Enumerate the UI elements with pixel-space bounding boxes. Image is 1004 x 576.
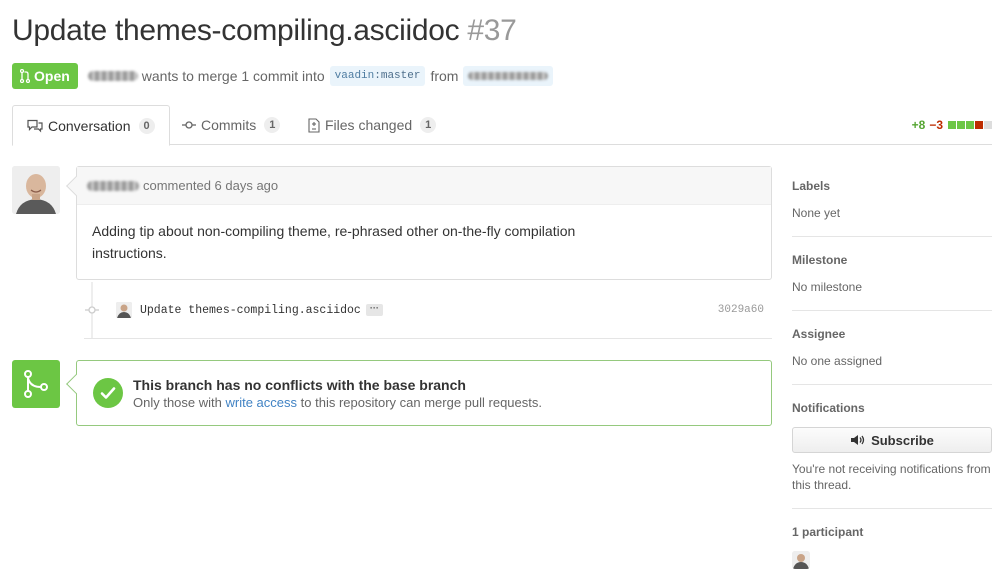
sidebar-assignee: Assignee No one assigned: [792, 311, 992, 385]
diff-additions: +8: [911, 118, 926, 132]
participant-avatar[interactable]: [792, 551, 810, 569]
tab-files-count: 1: [420, 117, 437, 133]
notifications-text: You're not receiving notifications from …: [792, 462, 991, 492]
tab-commits-count: 1: [264, 117, 281, 133]
discussion-sidebar: Labels None yet Milestone No milestone A…: [792, 164, 992, 576]
author-name-redacted[interactable]: [87, 71, 138, 81]
from-text: from: [430, 68, 459, 84]
comment-action: commented 6 days ago: [143, 178, 279, 193]
diff-deletions: −3: [929, 118, 943, 132]
commit-sha[interactable]: 3029a60: [718, 304, 764, 316]
base-branch-name: master: [380, 70, 421, 82]
commit-message[interactable]: Update themes-compiling.asciidoc: [140, 304, 361, 317]
merge-status-icon: [12, 360, 60, 408]
avatar[interactable]: [12, 166, 60, 214]
milestone-value: No milestone: [792, 280, 863, 294]
diff-block-del: [975, 121, 983, 129]
merge-text: wants to merge 1 commit into: [141, 68, 325, 84]
tab-conversation-label: Conversation: [48, 117, 131, 134]
timeline-divider: [84, 338, 772, 339]
milestone-heading[interactable]: Milestone: [792, 253, 992, 267]
commit-row: Update themes-compiling.asciidoc ··· 302…: [84, 300, 772, 320]
tab-files-changed[interactable]: Files changed 1: [294, 105, 450, 145]
participants-heading: 1 participant: [792, 525, 864, 539]
sidebar-notifications: Notifications Subscribe You're not recei…: [792, 385, 992, 509]
pr-meta: Open wants to merge 1 commit into vaadin…: [12, 63, 558, 89]
head-branch-blur: [468, 72, 549, 80]
merge-sub-suffix: to this repository can merge pull reques…: [300, 394, 542, 410]
merge-arrow: [66, 374, 86, 394]
state-badge: Open: [12, 63, 78, 89]
diff-block-add: [966, 121, 974, 129]
comment-discussion-icon: [27, 119, 43, 133]
commit-ellipsis-button[interactable]: ···: [365, 304, 383, 316]
subscribe-label: Subscribe: [871, 432, 934, 448]
tab-commits-label: Commits: [201, 117, 257, 133]
avatar-image: [12, 166, 60, 214]
git-pull-request-icon: [20, 69, 30, 83]
assignee-heading[interactable]: Assignee: [792, 327, 992, 341]
git-merge-icon: [24, 370, 48, 398]
sidebar-participants: 1 participant: [792, 509, 992, 576]
megaphone-icon: [851, 435, 865, 445]
pr-tabs: Conversation 0 Commits 1 Files changed 1: [12, 105, 992, 146]
tab-files-label: Files changed: [325, 117, 413, 133]
notifications-heading: Notifications: [792, 401, 865, 415]
merge-status-box: This branch has no conflicts with the ba…: [66, 360, 772, 426]
pr-title-text: Update themes-compiling.asciidoc: [12, 14, 460, 47]
subscribe-button[interactable]: Subscribe: [792, 427, 992, 453]
git-commit-icon: [84, 305, 100, 315]
diff-block-neutral: [984, 121, 992, 129]
merge-subtitle: Only those with write access to this rep…: [133, 395, 542, 410]
tab-conversation-count: 0: [138, 117, 155, 134]
merge-title: This branch has no conflicts with the ba…: [133, 376, 466, 393]
git-commit-icon: [182, 120, 196, 130]
pr-title: Update themes-compiling.asciidoc #37: [12, 14, 517, 48]
base-branch[interactable]: vaadin: master: [329, 66, 426, 86]
assignee-value: No one assigned: [792, 354, 883, 368]
diff-block-add: [948, 121, 956, 129]
head-branch-redacted[interactable]: [463, 66, 554, 86]
comment-header: commented 6 days ago: [77, 167, 771, 205]
diff-block-add: [957, 121, 965, 129]
pr-number: #37: [467, 14, 517, 47]
state-label: Open: [34, 68, 70, 84]
sidebar-milestone: Milestone No milestone: [792, 237, 992, 311]
merge-text-block: This branch has no conflicts with the ba…: [133, 377, 542, 410]
sidebar-labels: Labels None yet: [792, 164, 992, 237]
tab-conversation[interactable]: Conversation 0: [12, 105, 170, 146]
labels-value: None yet: [792, 206, 841, 220]
check-icon: [93, 378, 123, 408]
diff-file-icon: [308, 117, 320, 133]
labels-heading[interactable]: Labels: [792, 179, 992, 193]
comment-author-redacted[interactable]: [87, 180, 139, 191]
comment-body: Adding tip about non-compiling theme, re…: [92, 223, 576, 261]
merge-sub-prefix: Only those with: [133, 394, 222, 410]
tab-commits[interactable]: Commits 1: [168, 105, 294, 145]
comment: commented 6 days ago Adding tip about no…: [66, 166, 772, 280]
diffstat: +8 −3: [912, 118, 992, 132]
write-access-link[interactable]: write access: [226, 395, 298, 410]
commit-avatar[interactable]: [116, 302, 132, 318]
base-repo: vaadin: [334, 70, 375, 82]
